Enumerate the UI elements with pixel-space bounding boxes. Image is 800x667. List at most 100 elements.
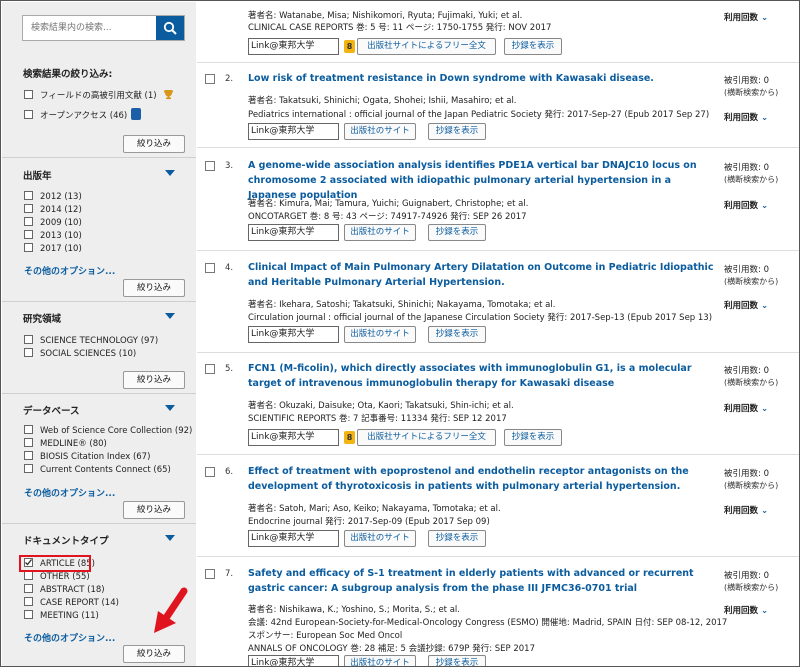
usage-count-toggle[interactable]: 利用回数 ⌄ [724,604,768,616]
checkbox[interactable] [24,425,33,434]
record-number: 3. [225,161,234,171]
checkbox[interactable] [24,584,33,593]
record-title-link[interactable]: Clinical Impact of Main Pulmonary Artery… [248,260,718,290]
record-checkbox[interactable] [205,74,215,84]
publisher-site-button[interactable]: 出版社のサイト [344,530,416,547]
filter-label: 2009 (10) [40,218,82,228]
apply-refine-button[interactable]: 絞り込み [123,645,185,663]
record-divider [197,147,799,148]
checkbox[interactable] [24,191,33,200]
checkbox[interactable] [24,230,33,239]
record-title-link[interactable]: Effect of treatment with epoprostenol an… [248,464,718,494]
checkbox[interactable] [24,217,33,226]
filter-highly-cited[interactable]: フィールドの高被引用文献 (1) [24,89,174,101]
show-abstract-button[interactable]: 抄録を表示 [428,224,486,241]
record-title-link[interactable]: Low risk of treatment resistance in Down… [248,71,718,86]
checkbox[interactable] [24,243,33,252]
publisher-site-button[interactable]: 出版社のサイト [344,655,416,666]
filter-item[interactable]: BIOSIS Citation Index (67) [24,451,150,463]
show-abstract-button[interactable]: 抄録を表示 [504,38,562,55]
checkbox[interactable] [24,464,33,473]
filter-item[interactable]: SCIENCE TECHNOLOGY (97) [24,335,158,347]
checkbox[interactable] [24,110,33,119]
more-options-link[interactable]: その他のオプション... [24,631,115,644]
show-abstract-button[interactable]: 抄録を表示 [428,123,486,140]
collapse-triangle-icon[interactable] [165,170,175,176]
filter-item[interactable]: 2013 (10) [24,230,82,242]
link-toho-button[interactable]: Link@東邦大学 [248,530,339,547]
collapse-triangle-icon[interactable] [165,313,175,319]
filter-label: 2017 (10) [40,244,82,254]
section-title-document-type: ドキュメントタイプ [23,536,109,547]
filter-item[interactable]: MEETING (11) [24,610,99,622]
filter-label: フィールドの高被引用文献 (1) [40,91,157,101]
usage-count-toggle[interactable]: 利用回数 ⌄ [724,504,768,516]
filter-item[interactable]: SOCIAL SCIENCES (10) [24,348,136,360]
filter-label: MEDLINE® (80) [40,439,107,449]
filter-item[interactable]: Current Contents Connect (65) [24,464,171,476]
usage-label: 利用回数 [724,506,759,516]
search-within-input[interactable] [23,16,156,40]
collapse-triangle-icon[interactable] [165,405,175,411]
record-source: Endocrine journal 発行: 2017-Sep-09 (Epub … [248,517,490,527]
checkbox[interactable] [24,204,33,213]
filter-item[interactable]: 2012 (13) [24,191,82,203]
filter-item[interactable]: ABSTRACT (18) [24,584,105,596]
free-fulltext-button[interactable]: 出版社サイトによるフリー全文 [357,38,496,55]
link-toho-button[interactable]: Link@東邦大学 [248,224,339,241]
link-toho-button[interactable]: Link@東邦大学 [248,429,339,446]
link-toho-button[interactable]: Link@東邦大学 [248,655,339,666]
usage-count-toggle[interactable]: 利用回数 ⌄ [724,111,768,123]
record-checkbox[interactable] [205,161,215,171]
record-checkbox[interactable] [205,364,215,374]
link-toho-button[interactable]: Link@東邦大学 [248,326,339,343]
chevron-down-icon: ⌄ [761,13,769,23]
link-toho-button[interactable]: Link@東邦大学 [248,38,339,55]
record-checkbox[interactable] [205,467,215,477]
publisher-site-button[interactable]: 出版社のサイト [344,123,416,140]
apply-refine-button[interactable]: 絞り込み [123,135,185,153]
checkbox[interactable] [24,451,33,460]
filter-open-access[interactable]: オープンアクセス (46) [24,108,142,121]
filter-item[interactable]: MEDLINE® (80) [24,438,107,450]
apply-refine-button[interactable]: 絞り込み [123,371,185,389]
usage-count-toggle[interactable]: 利用回数 ⌄ [724,11,768,23]
search-button[interactable] [156,16,184,40]
cited-by-count: 被引用数: 0 [724,469,769,479]
record-checkbox[interactable] [205,263,215,273]
usage-count-toggle[interactable]: 利用回数 ⌄ [724,199,768,211]
filter-label: MEETING (11) [40,611,99,621]
filter-item[interactable]: 2009 (10) [24,217,82,229]
checkbox[interactable] [24,90,33,99]
link-toho-button[interactable]: Link@東邦大学 [248,123,339,140]
filter-item[interactable]: CASE REPORT (14) [24,597,119,609]
more-options-link[interactable]: その他のオプション... [24,486,115,499]
filter-item[interactable]: 2017 (10) [24,243,82,255]
search-icon [163,21,177,35]
checkbox[interactable] [24,610,33,619]
record-title-link[interactable]: FCN1 (M-ficolin), which directly associa… [248,361,718,391]
checkbox[interactable] [24,438,33,447]
collapse-triangle-icon[interactable] [165,535,175,541]
filter-item[interactable]: OTHER (55) [24,571,90,583]
usage-count-toggle[interactable]: 利用回数 ⌄ [724,299,768,311]
checkbox[interactable] [24,348,33,357]
record-checkbox[interactable] [205,569,215,579]
checkbox[interactable] [24,597,33,606]
filter-item[interactable]: Web of Science Core Collection (92) [24,425,192,437]
record-title-link[interactable]: Safety and efficacy of S-1 treatment in … [248,566,718,596]
filter-item[interactable]: 2014 (12) [24,204,82,216]
checkbox[interactable] [24,335,33,344]
publisher-site-button[interactable]: 出版社のサイト [344,224,416,241]
free-fulltext-button[interactable]: 出版社サイトによるフリー全文 [357,429,496,446]
more-options-link[interactable]: その他のオプション... [24,264,115,277]
apply-refine-button[interactable]: 絞り込み [123,501,185,519]
show-abstract-button[interactable]: 抄録を表示 [428,655,486,666]
show-abstract-button[interactable]: 抄録を表示 [428,326,486,343]
show-abstract-button[interactable]: 抄録を表示 [504,429,562,446]
usage-count-toggle[interactable]: 利用回数 ⌄ [724,402,768,414]
publisher-site-button[interactable]: 出版社のサイト [344,326,416,343]
show-abstract-button[interactable]: 抄録を表示 [428,530,486,547]
apply-refine-button[interactable]: 絞り込み [123,279,185,297]
checkbox[interactable] [24,571,33,580]
